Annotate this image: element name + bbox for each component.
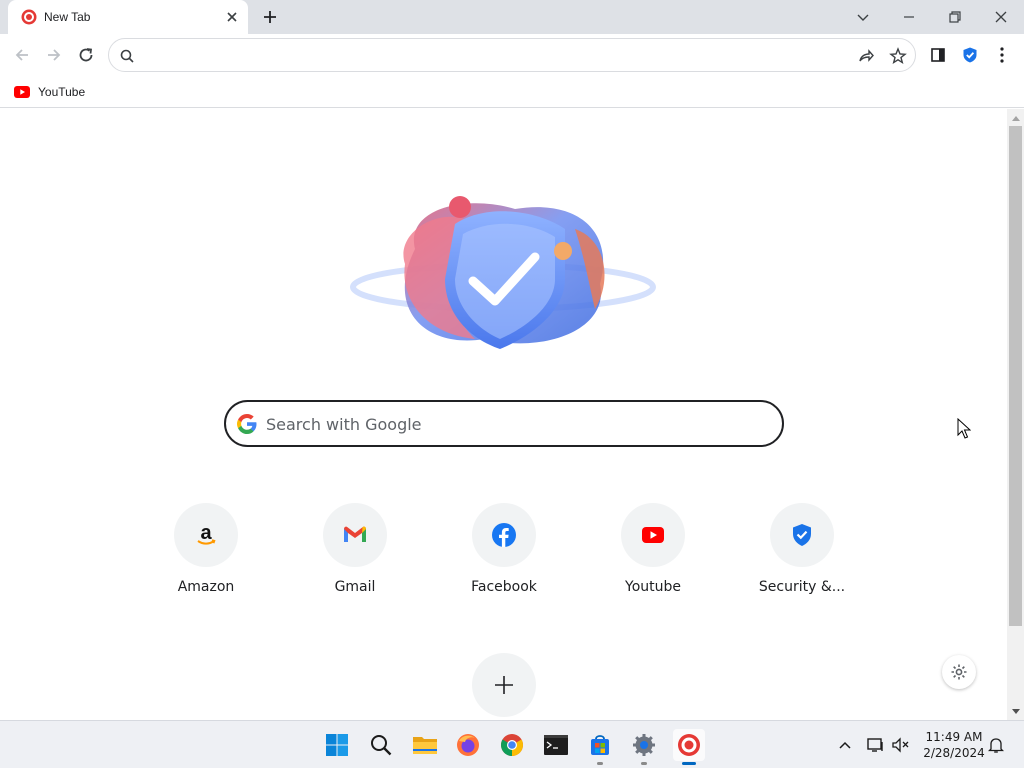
shortcut-label: Security &... — [758, 579, 846, 595]
shortcut-tile — [472, 503, 536, 567]
shortcut-tile — [770, 503, 834, 567]
settings-icon[interactable] — [628, 729, 660, 765]
scroll-down-arrow-icon[interactable] — [1007, 703, 1024, 720]
display-network-icon[interactable] — [865, 733, 887, 757]
firefox-icon[interactable] — [452, 729, 484, 761]
amazon-icon: a — [197, 523, 216, 545]
shortcut-label: Gmail — [334, 579, 376, 595]
notification-bell-icon[interactable] — [985, 733, 1007, 757]
chrome-icon[interactable] — [496, 729, 528, 761]
youtube-icon — [642, 527, 664, 543]
back-arrow-icon[interactable] — [10, 43, 34, 67]
shortcut-amazon[interactable]: a Amazon — [150, 503, 262, 603]
windows-start-icon[interactable] — [321, 729, 353, 761]
shortcut-youtube[interactable]: Youtube — [597, 503, 709, 603]
scrollbar-thumb[interactable] — [1009, 126, 1022, 626]
side-panel-icon[interactable] — [926, 43, 950, 67]
search-icon — [118, 47, 136, 65]
clock-time: 11:49 AM — [925, 730, 983, 744]
tab-strip: New Tab — [0, 0, 1024, 34]
star-icon[interactable] — [889, 47, 907, 65]
browser-logo-icon[interactable] — [673, 729, 705, 765]
shortcut-label: Amazon — [177, 579, 235, 595]
shortcut-label: Facebook — [471, 579, 537, 595]
gear-icon — [951, 664, 967, 680]
running-indicator — [641, 762, 647, 765]
mouse-pointer-icon — [957, 418, 971, 439]
reload-icon[interactable] — [74, 43, 98, 67]
terminal-icon[interactable] — [540, 729, 572, 761]
security-extension-icon[interactable] — [958, 43, 982, 67]
browser-logo-icon — [21, 9, 37, 25]
svg-text:a: a — [200, 523, 212, 544]
chevron-up-icon[interactable] — [834, 733, 856, 757]
file-explorer-icon[interactable] — [409, 729, 441, 761]
taskbar-clock[interactable]: 11:49 AM 2/28/2024 — [918, 729, 990, 761]
bookmark-label: YouTube — [38, 85, 86, 99]
shortcut-tile — [621, 503, 685, 567]
youtube-icon — [14, 86, 30, 98]
volume-muted-icon[interactable] — [890, 733, 912, 757]
google-search-box[interactable]: Search with Google — [224, 400, 784, 447]
clock-date: 2/28/2024 — [923, 746, 985, 760]
tab-title: New Tab — [44, 10, 91, 24]
shortcut-security[interactable]: Security &... — [746, 503, 858, 603]
gmail-icon — [344, 526, 366, 542]
google-logo-icon — [237, 414, 257, 434]
add-shortcut-button[interactable] — [472, 653, 536, 717]
search-placeholder: Search with Google — [266, 415, 422, 434]
active-indicator — [682, 762, 696, 765]
shortcut-tile: a — [174, 503, 238, 567]
search-icon[interactable] — [365, 729, 397, 761]
store-icon[interactable] — [584, 729, 616, 765]
bookmark-youtube[interactable]: YouTube — [10, 80, 89, 104]
scroll-up-arrow-icon[interactable] — [1007, 109, 1024, 126]
kebab-menu-icon[interactable] — [990, 43, 1014, 67]
running-indicator — [597, 762, 603, 765]
shortcut-gmail[interactable]: Gmail — [299, 503, 411, 603]
taskbar: 11:49 AM 2/28/2024 — [0, 720, 1024, 768]
security-shield-illustration — [350, 196, 656, 349]
forward-arrow-icon[interactable] — [42, 43, 66, 67]
bookmarks-bar: YouTube — [0, 76, 1024, 108]
plus-icon — [495, 676, 513, 694]
tab-search-icon[interactable] — [850, 4, 876, 30]
page-scrollbar[interactable] — [1007, 109, 1024, 720]
customize-page-button[interactable] — [942, 655, 976, 689]
tab-new-tab[interactable]: New Tab — [8, 0, 248, 34]
toolbar — [0, 34, 1024, 76]
close-tab-icon[interactable] — [224, 9, 240, 25]
restore-icon[interactable] — [942, 4, 968, 30]
close-icon[interactable] — [988, 4, 1014, 30]
shield-check-icon — [793, 524, 811, 546]
minimize-icon[interactable] — [896, 4, 922, 30]
shortcut-label: Youtube — [625, 579, 681, 595]
new-tab-page: Search with Google a Amazon Gmail Facebo… — [0, 109, 1007, 720]
facebook-icon — [492, 523, 516, 547]
address-bar[interactable] — [108, 38, 916, 72]
shortcut-facebook[interactable]: Facebook — [448, 503, 560, 603]
new-tab-button[interactable] — [260, 7, 280, 27]
shortcut-tile — [323, 503, 387, 567]
share-icon[interactable] — [857, 47, 875, 65]
